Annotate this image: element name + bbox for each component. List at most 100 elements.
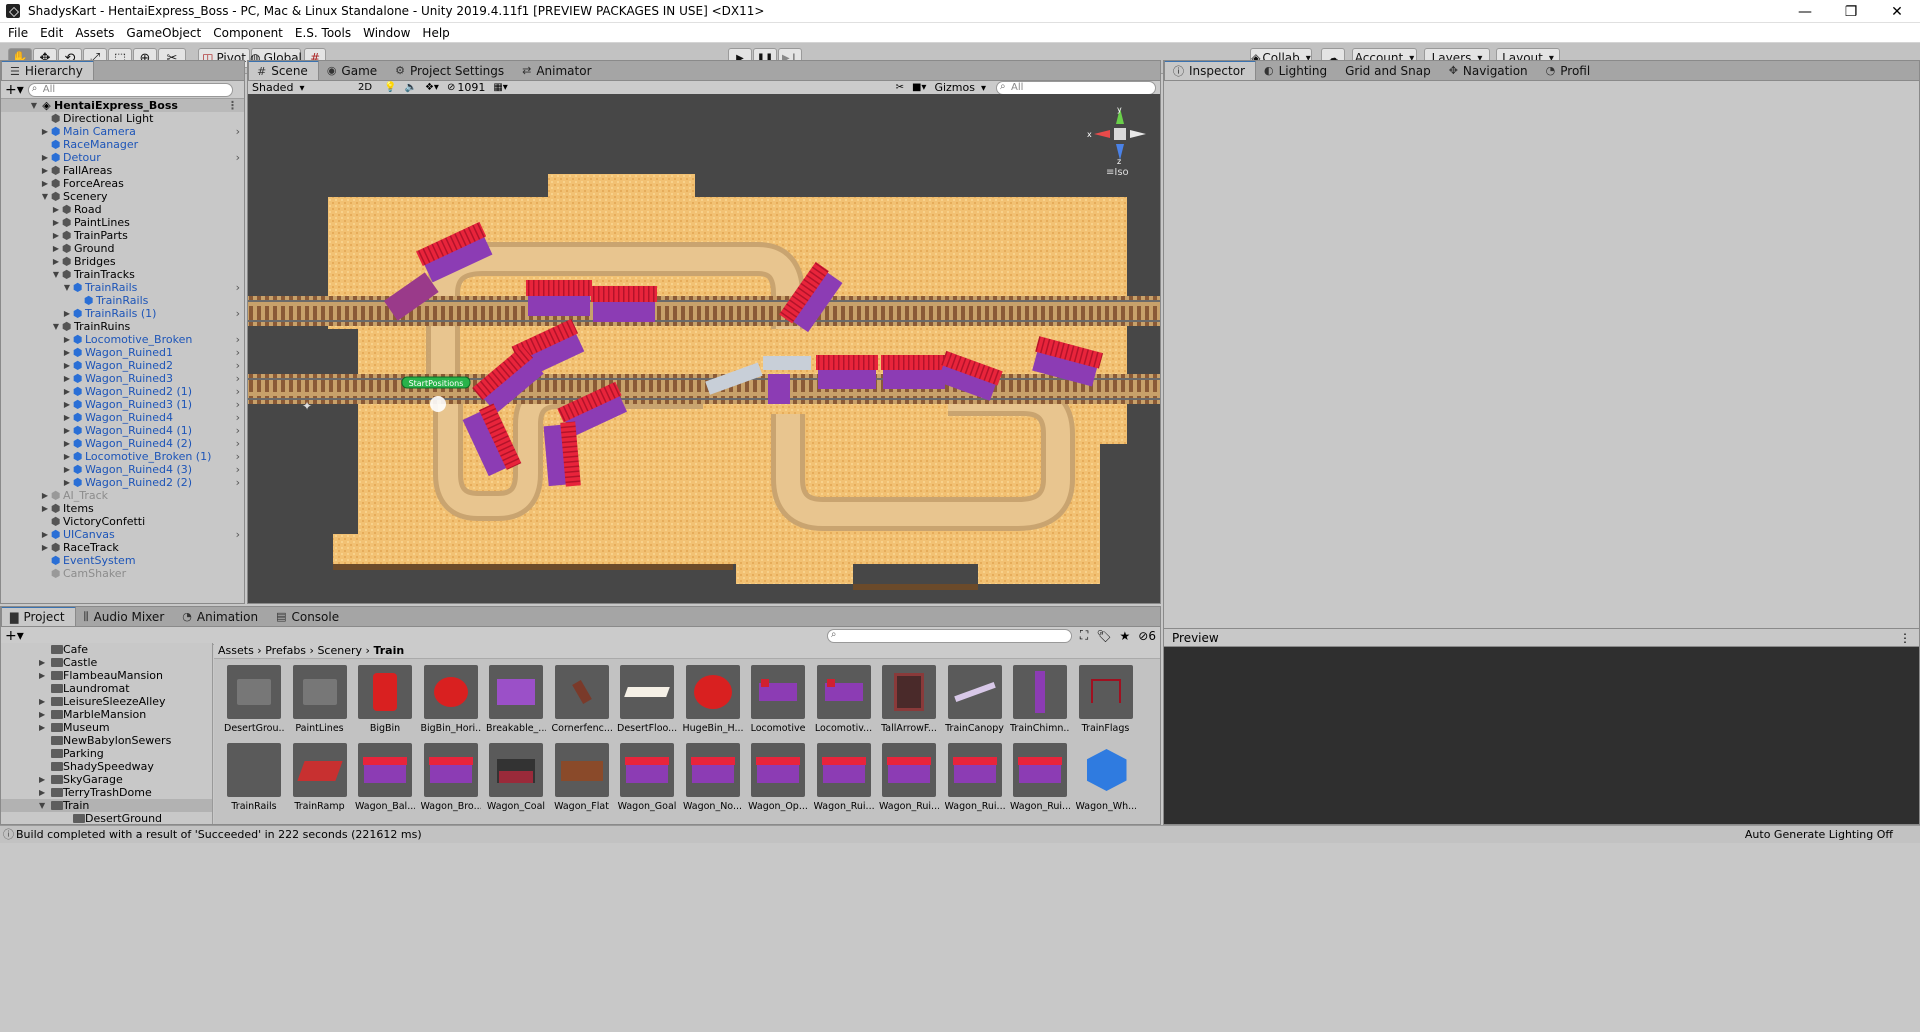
project-search-input[interactable] <box>826 628 1072 643</box>
asset-item[interactable]: Wagon_Bro... <box>421 743 481 819</box>
tab-inspector[interactable]: ⓘ Inspector <box>1164 61 1256 80</box>
asset-item[interactable]: Wagon_Rui... <box>814 743 874 819</box>
expand-arrow-icon[interactable]: ▶ <box>62 476 72 489</box>
hierarchy-search-input[interactable]: All <box>27 82 233 97</box>
hierarchy-item[interactable]: ⬢ VictoryConfetti <box>1 515 244 528</box>
prefab-open-icon[interactable]: › <box>236 125 240 138</box>
more-options-icon[interactable]: ⋮ <box>1899 629 1911 647</box>
asset-item[interactable]: Cornerfenc... <box>552 665 612 741</box>
hierarchy-item[interactable]: ▼ ⬢ TrainRails › <box>1 281 244 294</box>
hierarchy-item[interactable]: ▶ ⬢ Main Camera › <box>1 125 244 138</box>
expand-arrow-icon[interactable]: ▶ <box>51 242 61 255</box>
scene-orientation-gizmo[interactable]: y x z ≡Iso <box>1086 104 1156 179</box>
prefab-open-icon[interactable]: › <box>236 398 240 411</box>
expand-arrow-icon[interactable]: ▶ <box>62 424 72 437</box>
wagon-ruined[interactable] <box>881 355 947 389</box>
folder-item[interactable]: ▼ Train <box>1 799 212 812</box>
expand-arrow-icon[interactable]: ▶ <box>51 255 61 268</box>
hierarchy-item[interactable]: ▶ ⬢ PaintLines <box>1 216 244 229</box>
prefab-open-icon[interactable]: › <box>236 437 240 450</box>
hierarchy-item[interactable]: ▶ ⬢ Wagon_Ruined3 › <box>1 372 244 385</box>
scene-menu-icon[interactable]: ⋮ <box>227 99 238 112</box>
scene-tools-icon[interactable]: ✂ <box>896 82 904 93</box>
expand-arrow-icon[interactable]: ▶ <box>51 203 61 216</box>
hierarchy-item[interactable]: ▶ ⬢ Wagon_Ruined2 › <box>1 359 244 372</box>
folder-item[interactable]: ▶ Museum <box>1 721 212 734</box>
hierarchy-item[interactable]: ▶ ⬢ Wagon_Ruined1 › <box>1 346 244 359</box>
expand-arrow-icon[interactable]: ▶ <box>62 346 72 359</box>
hierarchy-item[interactable]: ▶ ⬢ Detour › <box>1 151 244 164</box>
effects-toggle-icon[interactable]: ❖▾ <box>425 82 439 93</box>
prefab-open-icon[interactable]: › <box>236 346 240 359</box>
tab-scene[interactable]: # Scene <box>248 61 319 80</box>
asset-item[interactable]: BigBin_Hori... <box>421 665 481 741</box>
menu-component[interactable]: Component <box>207 23 289 43</box>
hierarchy-item[interactable]: ▶ ⬢ Wagon_Ruined3 (1) › <box>1 398 244 411</box>
hierarchy-item[interactable]: ⬢ RaceManager <box>1 138 244 151</box>
expand-arrow-icon[interactable]: ▶ <box>62 359 72 372</box>
hierarchy-item[interactable]: ▶ ⬢ Wagon_Ruined2 (2) › <box>1 476 244 489</box>
expand-arrow-icon[interactable]: ▼ <box>40 190 50 203</box>
expand-arrow-icon[interactable]: ▶ <box>40 541 50 554</box>
prefab-open-icon[interactable]: › <box>236 281 240 294</box>
expand-arrow-icon[interactable]: ▶ <box>39 656 45 669</box>
expand-arrow-icon[interactable]: ▶ <box>40 489 50 502</box>
expand-arrow-icon[interactable]: ▶ <box>40 151 50 164</box>
hierarchy-item[interactable]: ▶ ⬢ Wagon_Ruined4 (2) › <box>1 437 244 450</box>
hierarchy-item[interactable]: ▶ ⬢ RaceTrack <box>1 541 244 554</box>
expand-arrow-icon[interactable]: ▶ <box>62 398 72 411</box>
expand-arrow-icon[interactable]: ▶ <box>40 528 50 541</box>
expand-arrow-icon[interactable]: ▶ <box>40 502 50 515</box>
tab-project-settings[interactable]: ⚙ Project Settings <box>387 61 514 80</box>
asset-item[interactable]: Wagon_Coal <box>486 743 546 819</box>
camera-settings-icon[interactable]: ■▾ <box>912 82 926 93</box>
expand-arrow-icon[interactable]: ▶ <box>39 721 45 734</box>
asset-item[interactable]: HugeBin_H... <box>683 665 743 741</box>
hidden-objects-icon[interactable]: ⊘ <box>447 82 455 93</box>
tab-animator[interactable]: ⇄ Animator <box>514 61 601 80</box>
prefab-open-icon[interactable]: › <box>236 476 240 489</box>
folder-item[interactable]: ▶ FlambeauMansion <box>1 669 212 682</box>
asset-item[interactable]: TrainCanopy <box>945 665 1005 741</box>
prefab-open-icon[interactable]: › <box>236 151 240 164</box>
asset-item[interactable]: Wagon_Op... <box>748 743 808 819</box>
expand-arrow-icon[interactable]: ▼ <box>62 281 72 294</box>
filter-type-icon[interactable]: ⛶ <box>1080 628 1088 643</box>
2d-toggle[interactable]: 2D <box>358 82 372 93</box>
expand-arrow-icon[interactable]: ▶ <box>51 229 61 242</box>
hierarchy-item[interactable]: ▶ ⬢ Wagon_Ruined4 (3) › <box>1 463 244 476</box>
expand-arrow-icon[interactable]: ▶ <box>39 695 45 708</box>
tab-game[interactable]: ◉ Game <box>319 61 387 80</box>
folder-item[interactable]: ▶ Castle <box>1 656 212 669</box>
menu-help[interactable]: Help <box>416 23 455 43</box>
folder-item[interactable]: ▶ MarbleMansion <box>1 708 212 721</box>
asset-item[interactable]: TrainRails <box>224 743 284 819</box>
asset-item[interactable]: DesertFloo... <box>617 665 677 741</box>
wagon-ruined[interactable] <box>591 286 657 322</box>
status-message[interactable]: Build completed with a result of 'Succee… <box>16 826 422 843</box>
axis-gizmo[interactable]: y x z <box>1086 104 1156 166</box>
asset-item[interactable]: Breakable_... <box>486 665 546 741</box>
tab-console[interactable]: ▤ Console <box>268 607 349 626</box>
wagon-ruined[interactable] <box>543 421 581 489</box>
expand-arrow-icon[interactable]: ▶ <box>40 177 50 190</box>
asset-item[interactable]: Wagon_Rui... <box>945 743 1005 819</box>
folder-item[interactable]: ▶ LeisureSleezeAlley <box>1 695 212 708</box>
prefab-open-icon[interactable]: › <box>236 372 240 385</box>
hierarchy-item[interactable]: ⬢ CamShaker <box>1 567 244 580</box>
asset-item[interactable]: PaintLines <box>290 665 350 741</box>
folder-item[interactable]: ▶ SkyGarage <box>1 773 212 786</box>
maximize-button[interactable]: ❐ <box>1828 0 1874 23</box>
asset-item[interactable]: Wagon_Rui... <box>879 743 939 819</box>
hierarchy-item[interactable]: ▶ ⬢ Bridges <box>1 255 244 268</box>
expand-arrow-icon[interactable]: ▶ <box>62 307 72 320</box>
expand-arrow-icon[interactable]: ▶ <box>62 411 72 424</box>
asset-item[interactable]: Wagon_Bal... <box>355 743 415 819</box>
asset-item[interactable]: DesertGrou... <box>224 665 284 741</box>
expand-arrow-icon[interactable]: ▶ <box>62 385 72 398</box>
asset-item[interactable]: Wagon_No... <box>683 743 743 819</box>
hierarchy-item[interactable]: ▶ ⬢ Wagon_Ruined4 › <box>1 411 244 424</box>
expand-arrow-icon[interactable]: ▶ <box>62 372 72 385</box>
hierarchy-item[interactable]: ▼ ⬢ TrainRuins <box>1 320 244 333</box>
expand-arrow-icon[interactable]: ▶ <box>62 437 72 450</box>
